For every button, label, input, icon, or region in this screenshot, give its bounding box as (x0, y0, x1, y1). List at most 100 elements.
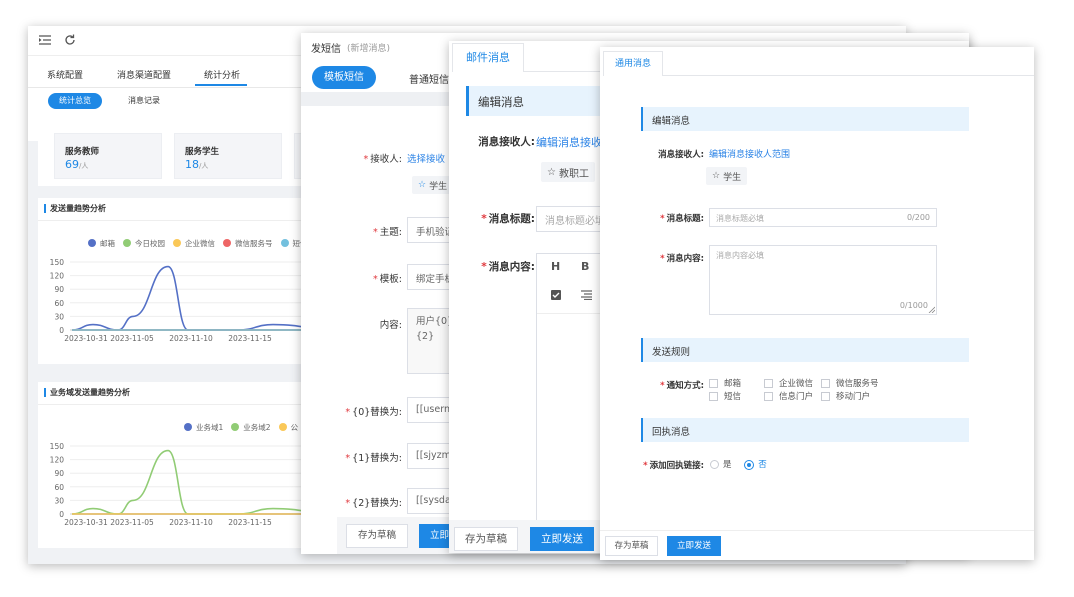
checkbox-icon (821, 379, 830, 388)
channel-wecom[interactable]: 企业微信 (764, 378, 821, 391)
save-draft-button[interactable]: 存为草稿 (605, 536, 658, 556)
legend-label: 邮箱 (100, 239, 115, 248)
legend-item[interactable]: 企业微信 (165, 239, 215, 248)
receipt-no-radio[interactable]: 否 (744, 459, 767, 470)
content-char-count: 0/1000 (899, 301, 928, 310)
title-divider (38, 404, 338, 405)
legend-item[interactable]: 微信服务号 (215, 239, 273, 248)
menu-collapse-icon[interactable] (39, 35, 51, 45)
receiver-link[interactable]: 选择接收 (407, 151, 445, 165)
channel-sms[interactable]: 短信 (709, 391, 764, 404)
receipt-yes-radio[interactable]: 是 (710, 460, 732, 470)
field-label-receipt: * 添加回执链接: (643, 461, 704, 471)
summary-panel: 服务教师 69/人 服务学生 18/人 (38, 124, 354, 186)
tab-active-underline (195, 84, 247, 86)
save-draft-button[interactable]: 存为草稿 (346, 524, 408, 548)
x-tick-label: 2023-11-15 (228, 518, 272, 527)
tab-channel-config[interactable]: 消息渠道配置 (117, 68, 171, 81)
channel-options: 邮箱 企业微信 微信服务号 短信 信息门户 移动门户 (709, 378, 879, 404)
channel-mobile-portal[interactable]: 移动门户 (821, 391, 870, 404)
subtab-overview[interactable]: 统计总览 (48, 93, 102, 109)
legend-label: 微信服务号 (235, 239, 273, 248)
y-tick-label: 150 (50, 258, 65, 267)
stat-card-unit: /人 (199, 162, 209, 170)
send-now-button[interactable]: 立即发送 (530, 527, 594, 551)
domain-trend-panel: 业务域发送量趋势分析 业务域1 业务域2 公 150 120 90 60 30 0 2023-1… (38, 382, 338, 548)
section-edit: 编辑消息 (641, 107, 969, 131)
radio-checked-icon (744, 459, 755, 470)
legend-item[interactable]: 邮箱 (80, 239, 115, 248)
panel-title: 发送量趋势分析 (44, 204, 106, 213)
x-tick-label: 2023-11-10 (169, 518, 213, 527)
y-tick-label: 30 (54, 496, 64, 505)
checkbox-icon (709, 379, 718, 388)
x-tick-label: 2023-11-10 (169, 334, 213, 343)
legend-item[interactable]: 业务域2 (223, 423, 271, 432)
trend-chart: 15012090603002023-10-31 2023-11-05 2023-11… (50, 258, 338, 343)
stat-card-students: 服务学生 18/人 (174, 133, 282, 179)
resize-handle-icon[interactable] (928, 306, 936, 314)
legend-label: 业务域2 (243, 423, 271, 432)
send-now-button[interactable]: 立即发送 (667, 536, 721, 556)
y-tick-label: 120 (50, 456, 65, 465)
dialog-title: 发短信 (311, 44, 341, 55)
field-label-template: * 模板: (373, 274, 402, 285)
edit-receiver-link[interactable]: 编辑消息接收 (536, 134, 602, 150)
field-label-notify: * 通知方式: (660, 381, 704, 391)
field-label-title: * 消息标题: (481, 213, 535, 225)
y-tick-label: 150 (50, 442, 65, 451)
refresh-icon[interactable] (64, 34, 76, 46)
tab-general[interactable]: 通用消息 (603, 51, 663, 76)
domain-trend-chart: 15012090603002023-10-31 2023-11-05 2023-11… (50, 442, 338, 527)
tab-template-sms[interactable]: 模板短信 (312, 66, 376, 89)
stat-card-teachers: 服务教师 69/人 (54, 133, 162, 179)
checkbox-list-icon[interactable] (551, 290, 561, 300)
content-textarea[interactable]: 消息内容必填 0/1000 (709, 245, 937, 315)
channel-wechat-service[interactable]: 微信服务号 (821, 378, 879, 391)
channel-email[interactable]: 邮箱 (709, 378, 764, 391)
heading-button[interactable]: H (551, 260, 560, 273)
y-tick-label: 60 (54, 483, 64, 492)
legend-dot-icon (173, 239, 181, 247)
title-input[interactable]: 消息标题必填 0/200 (709, 208, 937, 227)
x-tick-label: 2023-11-05 (110, 334, 154, 343)
tab-statistics[interactable]: 统计分析 (204, 68, 240, 81)
user-group-icon: ☆ (418, 180, 427, 190)
legend-item[interactable]: 今日校园 (115, 239, 165, 248)
edit-receiver-scope-link[interactable]: 编辑消息接收人范围 (709, 147, 790, 160)
save-draft-button[interactable]: 存为草稿 (454, 527, 518, 551)
tab-divider (663, 75, 1034, 76)
title-divider (38, 220, 338, 221)
chart-legend: 邮箱 今日校园 企业微信 微信服务号 短信 (80, 238, 308, 249)
chart-legend: 业务域1 业务域2 公 (176, 422, 298, 433)
legend-dot-icon (231, 423, 240, 431)
x-tick-label: 2023-10-31 (64, 334, 108, 343)
receiver-tag: ☆ 学生 (706, 167, 748, 185)
legend-item[interactable]: 业务域1 (176, 423, 223, 432)
legend-dot-icon (88, 239, 96, 247)
general-message-window: 通用消息 编辑消息 消息接收人: 编辑消息接收人范围 ☆ 学生 * 消息标题: 消息… (600, 47, 1034, 560)
receipt-options: 是 否 (710, 458, 767, 470)
tab-system-config[interactable]: 系统配置 (47, 68, 83, 81)
tab-email[interactable]: 邮件消息 (452, 43, 524, 72)
subtab-records[interactable]: 消息记录 (128, 93, 160, 109)
legend-dot-icon (223, 239, 231, 247)
stat-card-value: 18 (185, 158, 199, 171)
tab-plain-sms[interactable]: 普通短信 (409, 71, 449, 86)
legend-label: 业务域1 (196, 423, 224, 432)
legend-dot-icon (123, 239, 131, 247)
field-label-content: * 消息内容: (660, 254, 704, 264)
align-icon[interactable] (581, 290, 592, 301)
x-tick-label: 2023-10-31 (64, 518, 108, 527)
field-label-replace2: * {2}替换为: (345, 498, 402, 509)
bold-button[interactable]: B (581, 260, 589, 273)
y-tick-label: 60 (54, 299, 64, 308)
y-tick-label: 90 (54, 285, 64, 294)
receiver-tag: ☆ 教职工 (541, 162, 595, 182)
field-label-content: * 消息内容: (481, 261, 535, 273)
channel-info-portal[interactable]: 信息门户 (764, 391, 821, 404)
legend-item[interactable]: 公 (271, 423, 298, 432)
stat-card-title: 服务学生 (185, 147, 220, 157)
y-tick-label: 90 (54, 469, 64, 478)
legend-label: 今日校园 (135, 239, 165, 248)
